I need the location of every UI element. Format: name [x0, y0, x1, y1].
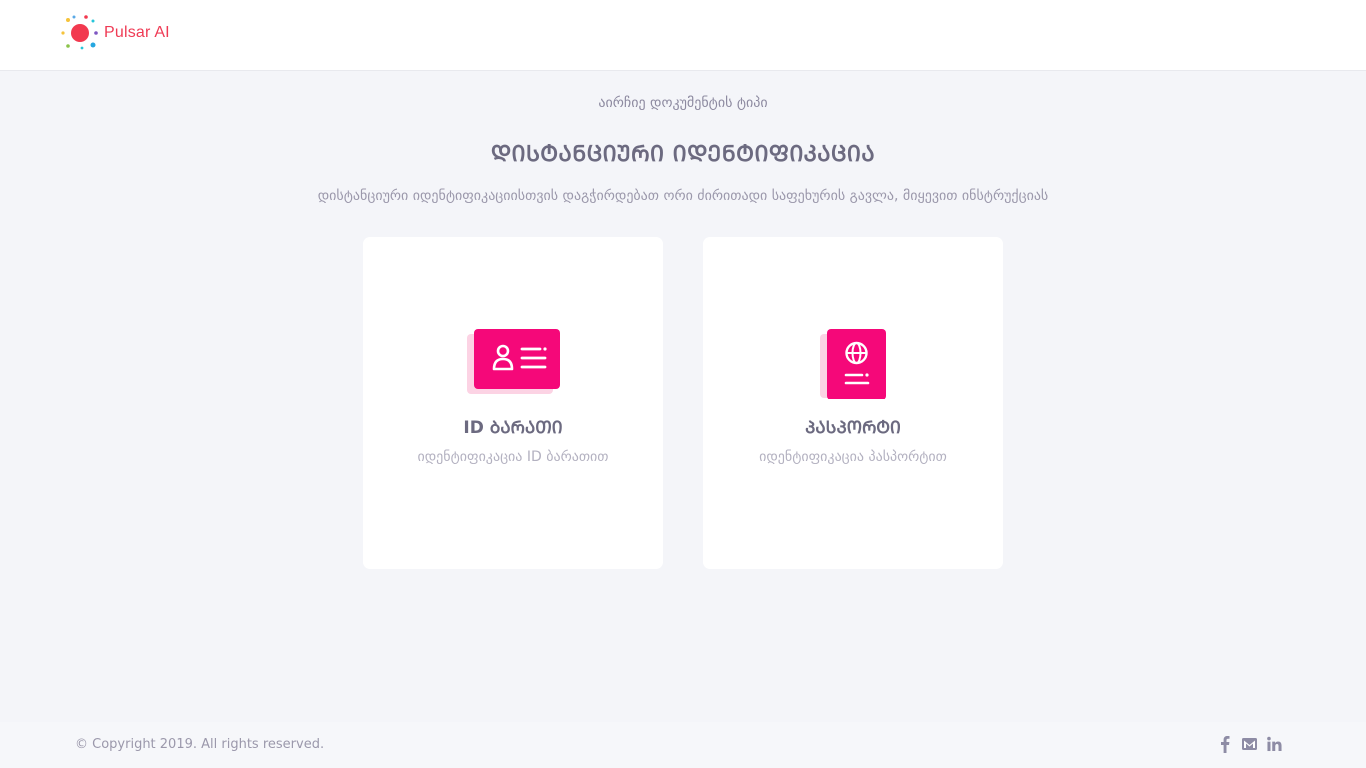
logo-text: Pulsar AI [104, 24, 170, 41]
footer: © Copyright 2019. All rights reserved. [0, 722, 1366, 768]
pulsar-logo-icon [60, 14, 100, 52]
page-title: ᲓᲘᲡᲢᲐᲜᲪᲘᲣᲠᲘ ᲘᲓᲔᲜᲢᲘᲤᲘᲙᲐᲪᲘᲐ [490, 142, 876, 167]
passport-icon [820, 329, 886, 400]
facebook-icon[interactable] [1217, 734, 1232, 754]
id-card-option[interactable]: ID ᲑᲐᲠᲐᲗᲘ იდენტიფიკაცია ID ბარათით [363, 237, 663, 569]
page-description: დისტანციური იდენტიფიკაციისთვის დაგჭირდებ… [317, 188, 1049, 204]
id-card-label: ID ᲑᲐᲠᲐᲗᲘ [463, 418, 563, 438]
id-card-icon [467, 329, 560, 394]
logo-link[interactable]: Pulsar AI [60, 14, 170, 52]
id-card-description: იდენტიფიკაცია ID ბარათით [417, 449, 609, 465]
main-content: აირჩიე დოკუმენტის ტიპი ᲓᲘᲡᲢᲐᲜᲪᲘᲣᲠᲘ ᲘᲓᲔᲜᲢ… [0, 71, 1366, 721]
copyright-text: © Copyright 2019. All rights reserved. [75, 737, 325, 752]
email-icon[interactable] [1242, 734, 1257, 754]
linkedin-icon[interactable] [1267, 734, 1282, 754]
social-links [1217, 734, 1282, 754]
passport-option[interactable]: ᲞᲐᲡᲞᲝᲠᲢᲘ იდენტიფიკაცია პასპორტით [703, 237, 1003, 569]
header: Pulsar AI [0, 0, 1366, 71]
passport-label: ᲞᲐᲡᲞᲝᲠᲢᲘ [805, 418, 901, 438]
page-subtitle: აირჩიე დოკუმენტის ტიპი [598, 95, 768, 111]
passport-description: იდენტიფიკაცია პასპორტით [759, 449, 947, 465]
